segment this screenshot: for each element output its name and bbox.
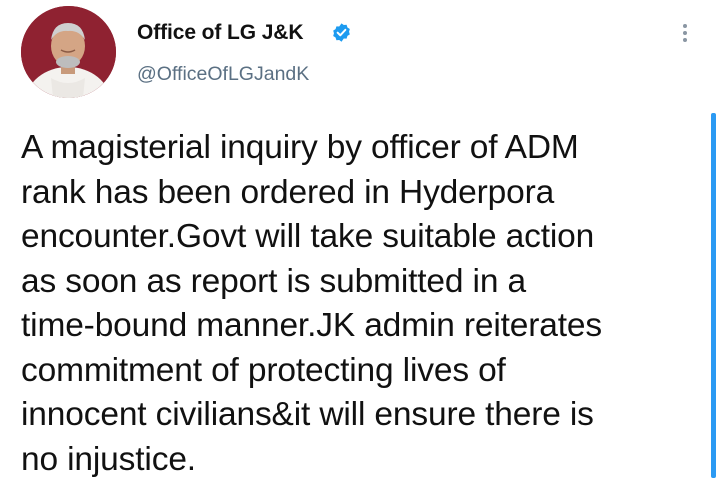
scrollbar-thumb[interactable] xyxy=(711,113,716,478)
tweet: Office of LG J&K @OfficeOfLGJandK A magi… xyxy=(0,0,720,478)
more-vertical-icon-dot xyxy=(683,38,687,42)
author-handle[interactable]: @OfficeOfLGJandK xyxy=(137,63,309,86)
verified-badge-icon xyxy=(333,23,350,42)
more-vertical-icon-dot xyxy=(683,24,687,28)
avatar[interactable] xyxy=(21,6,116,98)
more-options-button[interactable] xyxy=(674,18,696,48)
author-display-name[interactable]: Office of LG J&K xyxy=(137,21,304,45)
more-vertical-icon-dot xyxy=(683,31,687,35)
profile-photo-icon xyxy=(21,6,116,98)
tweet-text: A magisterial inquiry by officer of ADM … xyxy=(21,129,602,478)
